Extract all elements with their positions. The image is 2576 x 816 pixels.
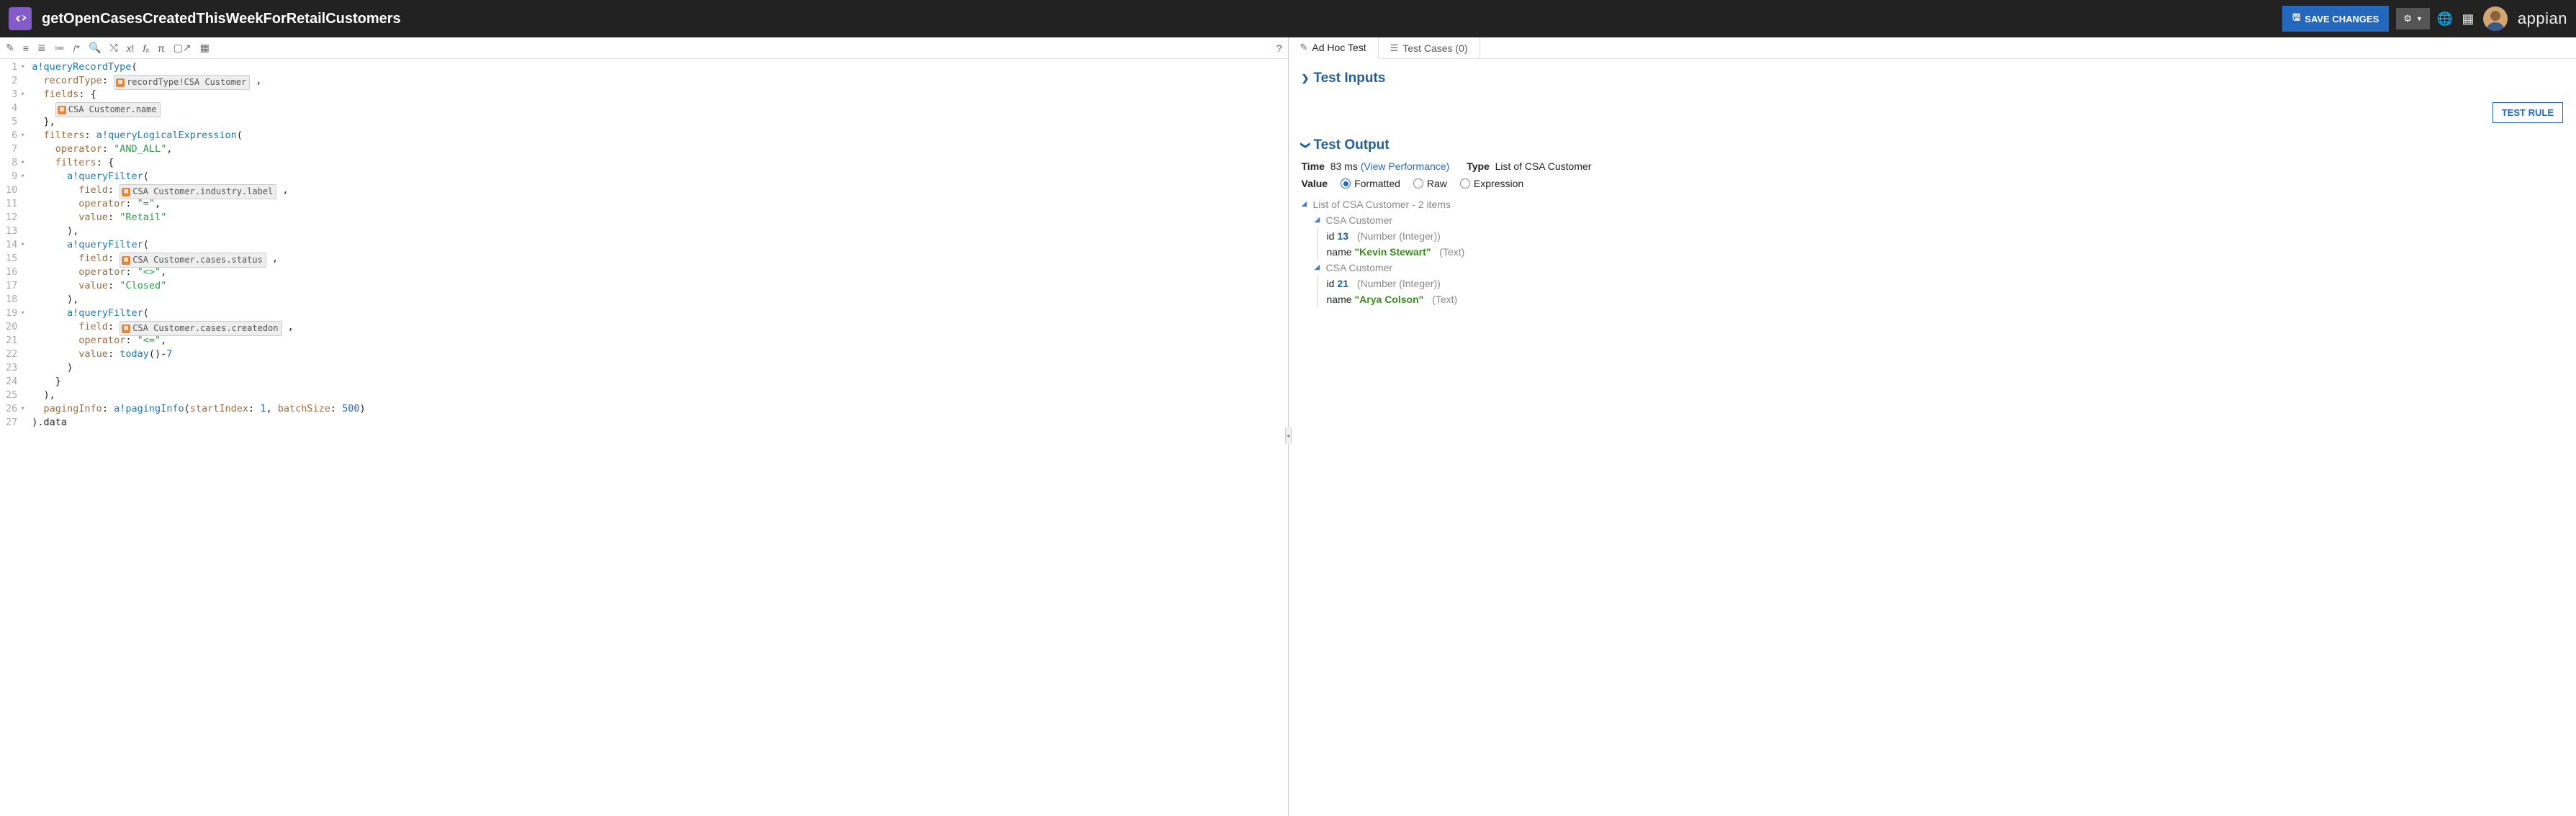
radio-raw[interactable]: Raw bbox=[1413, 178, 1447, 189]
code-body[interactable]: a!queryRecordType( recordType: ▦recordTy… bbox=[29, 59, 368, 816]
radio-formatted[interactable]: Formatted bbox=[1341, 178, 1400, 189]
radio-expression[interactable]: Expression bbox=[1460, 178, 1523, 189]
output-meta-row: Time 83 ms (View Performance) Type List … bbox=[1302, 160, 2564, 172]
globe-icon[interactable]: 🌐 bbox=[2437, 12, 2453, 27]
tab-adhoc-label: Ad Hoc Test bbox=[1312, 42, 1366, 53]
tabs: ✎ Ad Hoc Test ☰ Test Cases (0) bbox=[1289, 37, 2576, 59]
page-title: getOpenCasesCreatedThisWeekForRetailCust… bbox=[42, 11, 2282, 27]
save-icon: 🖫 bbox=[2292, 11, 2300, 27]
save-changes-button[interactable]: 🖫 SAVE CHANGES bbox=[2282, 6, 2389, 32]
panel-body: ❯ Test Inputs TEST RULE ❯ Test Output Ti… bbox=[1289, 59, 2576, 314]
wand-icon[interactable]: ✎ bbox=[6, 42, 14, 54]
fx-icon[interactable]: fₓ bbox=[143, 42, 149, 54]
test-pane: ✎ Ad Hoc Test ☰ Test Cases (0) ❯ Test In… bbox=[1289, 37, 2576, 816]
gear-icon: ⚙ bbox=[2403, 13, 2412, 24]
align-icon[interactable]: ≔ bbox=[55, 42, 65, 54]
test-rule-button[interactable]: TEST RULE bbox=[2492, 102, 2563, 123]
gutter: 1▾23▾456▾78▾9▾1011121314▾1516171819▾2021… bbox=[0, 59, 29, 816]
time-value: 83 ms bbox=[1330, 160, 1358, 172]
output-tree: ◢List of CSA Customer - 2 items◢CSA Cust… bbox=[1302, 196, 2564, 307]
test-inputs-title: Test Inputs bbox=[1313, 71, 1385, 86]
value-label: Value bbox=[1302, 178, 1328, 189]
outdent-icon[interactable]: ≡ bbox=[23, 42, 29, 54]
radio-raw-label: Raw bbox=[1427, 178, 1447, 189]
test-output-title: Test Output bbox=[1313, 137, 1389, 153]
grid-icon[interactable]: ▦ bbox=[2460, 12, 2476, 27]
pi-icon[interactable]: π bbox=[158, 42, 165, 54]
record-icon[interactable]: ▦ bbox=[200, 42, 210, 54]
indent-icon[interactable]: ≣ bbox=[37, 42, 46, 54]
radio-formatted-label: Formatted bbox=[1354, 178, 1400, 189]
top-header: getOpenCasesCreatedThisWeekForRetailCust… bbox=[0, 0, 2576, 37]
help-icon[interactable]: ? bbox=[1276, 42, 1282, 54]
header-actions: 🖫 SAVE CHANGES ⚙ ▼ 🌐 ▦ appian bbox=[2282, 6, 2567, 32]
test-inputs-section[interactable]: ❯ Test Inputs bbox=[1302, 71, 2564, 86]
tab-adhoc-test[interactable]: ✎ Ad Hoc Test bbox=[1289, 37, 1379, 59]
export-icon[interactable]: ▢↗ bbox=[174, 42, 192, 54]
shuffle-icon[interactable]: ⤭ bbox=[109, 42, 117, 54]
clear-icon[interactable]: x! bbox=[127, 42, 135, 54]
search-icon[interactable]: 🔍 bbox=[89, 42, 101, 54]
editor-toolbar: ✎ ≡ ≣ ≔ /* 🔍 ⤭ x! fₓ π ▢↗ ▦ ? bbox=[0, 37, 1288, 59]
editor-pane: ✎ ≡ ≣ ≔ /* 🔍 ⤭ x! fₓ π ▢↗ ▦ ? 1▾23▾456▾7… bbox=[0, 37, 1289, 816]
tab-test-cases[interactable]: ☰ Test Cases (0) bbox=[1379, 37, 1480, 58]
type-value: List of CSA Customer bbox=[1495, 160, 1592, 172]
workspace: ✎ ≡ ≣ ≔ /* 🔍 ⤭ x! fₓ π ▢↗ ▦ ? 1▾23▾456▾7… bbox=[0, 37, 2576, 816]
view-performance-link[interactable]: (View Performance) bbox=[1361, 160, 1449, 172]
comment-icon[interactable]: /* bbox=[73, 42, 80, 54]
time-label: Time bbox=[1302, 160, 1325, 172]
code-editor[interactable]: 1▾23▾456▾78▾9▾1011121314▾1516171819▾2021… bbox=[0, 59, 1288, 816]
chevron-down-icon: ▼ bbox=[2416, 15, 2423, 22]
brand-logo: appian bbox=[2518, 9, 2567, 28]
test-output-section[interactable]: ❯ Test Output bbox=[1302, 137, 2564, 153]
app-icon[interactable] bbox=[9, 7, 32, 30]
tab-cases-label: Test Cases (0) bbox=[1402, 42, 1467, 54]
radio-expression-label: Expression bbox=[1474, 178, 1523, 189]
type-label: Type bbox=[1467, 160, 1490, 172]
list-icon: ☰ bbox=[1390, 42, 1399, 54]
avatar[interactable] bbox=[2483, 6, 2508, 31]
pencil-icon: ✎ bbox=[1300, 42, 1308, 53]
pane-splitter[interactable] bbox=[1285, 427, 1292, 444]
save-label: SAVE CHANGES bbox=[2305, 14, 2379, 24]
settings-menu-button[interactable]: ⚙ ▼ bbox=[2396, 8, 2430, 30]
chevron-right-icon: ❯ bbox=[1302, 73, 1310, 84]
value-format-row: Value Formatted Raw Expression bbox=[1302, 178, 2564, 189]
chevron-down-icon: ❯ bbox=[1300, 142, 1311, 150]
